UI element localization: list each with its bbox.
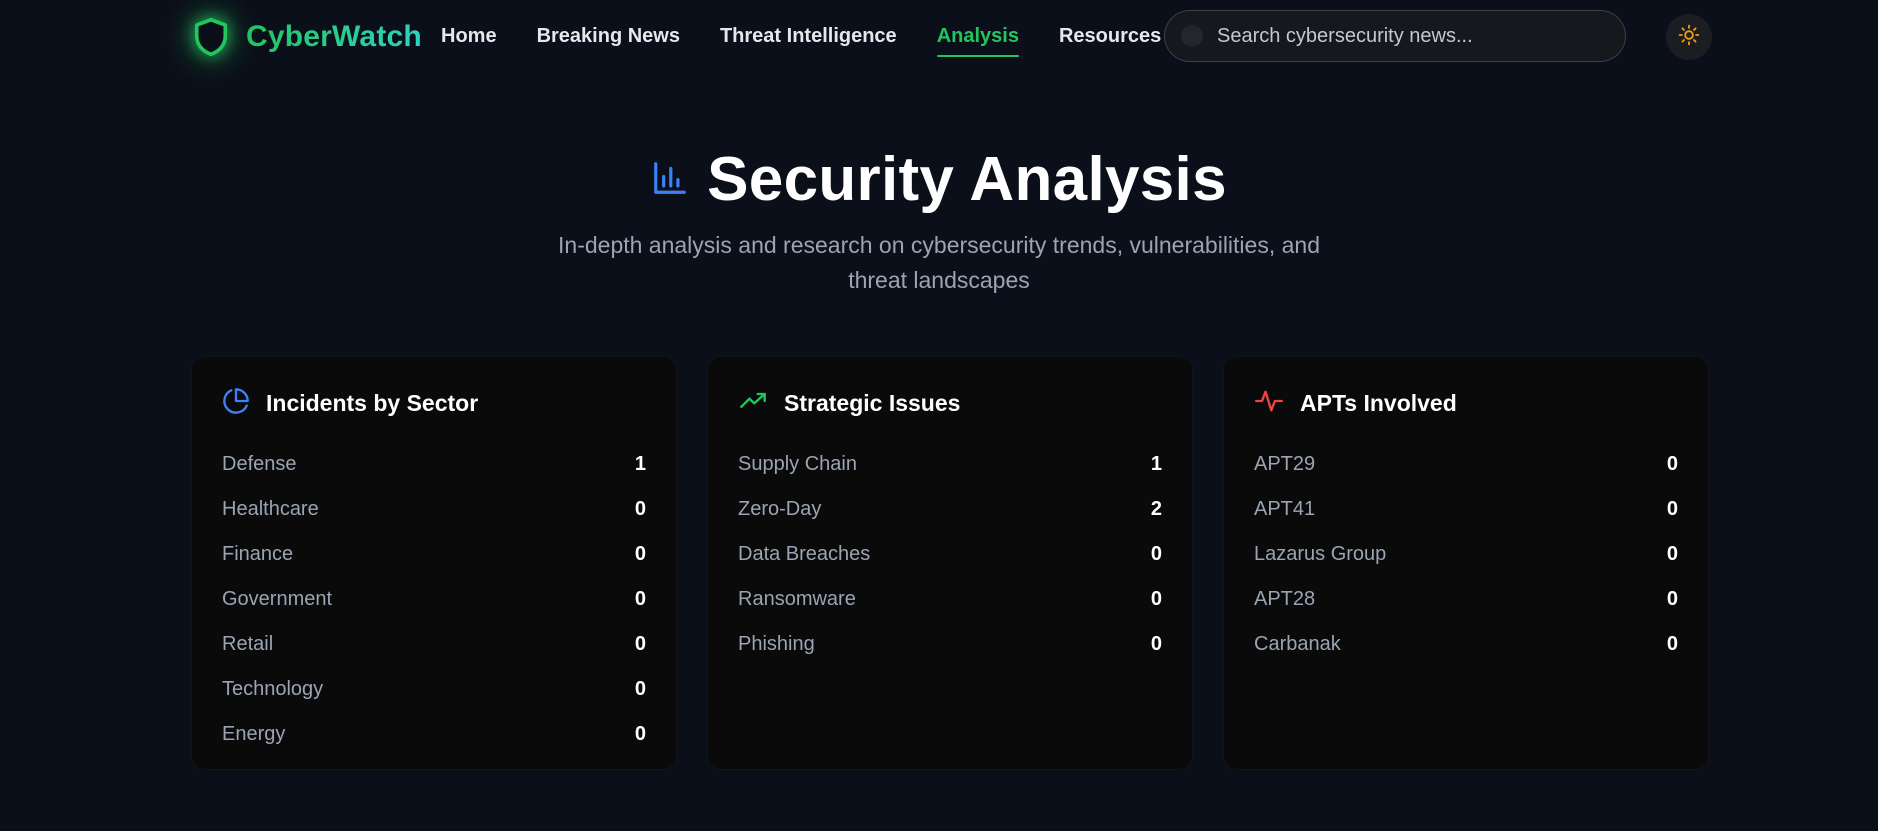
stat-label: Retail <box>222 633 274 655</box>
apts-involved-card: APTs Involved APT29 0 APT41 0 Lazarus Grou… <box>1223 356 1709 770</box>
incidents-by-sector-card: Incidents by Sector Defense 1 Healthcare 0… <box>191 356 677 770</box>
stat-label: Carbanak <box>1254 633 1341 655</box>
stat-value: 0 <box>1150 588 1162 610</box>
search-box <box>1164 10 1626 62</box>
stat-value: 2 <box>1150 498 1162 520</box>
nav-home[interactable]: Home <box>441 25 497 52</box>
stat-value: 0 <box>634 723 646 745</box>
stat-value: 0 <box>1666 453 1678 475</box>
main-nav: Home Breaking News Threat Intelligence A… <box>441 22 1161 57</box>
list-item: Technology 0 <box>222 667 646 712</box>
list-item: Defense 1 <box>222 442 646 487</box>
stat-value: 0 <box>1666 588 1678 610</box>
stat-label: Technology <box>222 678 324 700</box>
stat-value: 0 <box>1666 543 1678 565</box>
card-title: Incidents by Sector <box>266 389 479 416</box>
list-item: Government 0 <box>222 577 646 622</box>
stat-label: APT29 <box>1254 453 1316 475</box>
stat-label: Government <box>222 588 333 610</box>
stat-label: Energy <box>222 723 286 745</box>
stat-value: 0 <box>1150 543 1162 565</box>
stat-value: 0 <box>634 678 646 700</box>
stat-label: Finance <box>222 543 294 565</box>
sun-icon <box>1678 24 1700 51</box>
list-item: Zero-Day 2 <box>738 487 1162 532</box>
pie-chart-icon <box>222 387 250 420</box>
card-header: APTs Involved <box>1254 387 1457 419</box>
stat-list: APT29 0 APT41 0 Lazarus Group 0 APT28 0 Carb… <box>1254 442 1678 667</box>
stat-label: Ransomware <box>738 588 856 610</box>
site-header: CyberWatch Home Breaking News Threat Int… <box>0 0 1878 74</box>
stat-label: Healthcare <box>222 498 319 520</box>
search-icon <box>1181 25 1203 47</box>
list-item: Ransomware 0 <box>738 577 1162 622</box>
list-item: Phishing 0 <box>738 622 1162 667</box>
page-heading: Security Analysis <box>0 144 1878 216</box>
list-item: APT41 0 <box>1254 487 1678 532</box>
stat-value: 1 <box>1150 453 1162 475</box>
nav-breaking-news[interactable]: Breaking News <box>537 25 680 52</box>
list-item: Finance 0 <box>222 532 646 577</box>
list-item: Lazarus Group 0 <box>1254 532 1678 577</box>
theme-toggle-button[interactable] <box>1666 14 1712 60</box>
stat-list: Defense 1 Healthcare 0 Finance 0 Government… <box>222 442 646 757</box>
stat-label: Zero-Day <box>738 498 822 520</box>
list-item: APT28 0 <box>1254 577 1678 622</box>
list-item: APT29 0 <box>1254 442 1678 487</box>
stat-value: 0 <box>634 498 646 520</box>
card-title: APTs Involved <box>1300 389 1457 416</box>
stat-label: Supply Chain <box>738 453 857 475</box>
stat-value: 0 <box>1666 633 1678 655</box>
nav-resources[interactable]: Resources <box>1059 25 1161 52</box>
brand-logo-link[interactable]: CyberWatch <box>190 14 422 60</box>
activity-icon <box>1254 387 1284 420</box>
stat-label: Data Breaches <box>738 543 871 565</box>
trending-up-icon <box>738 387 768 420</box>
stat-label: Lazarus Group <box>1254 543 1387 565</box>
stat-label: Phishing <box>738 633 815 655</box>
nav-threat-intelligence[interactable]: Threat Intelligence <box>720 25 897 52</box>
strategic-issues-card: Strategic Issues Supply Chain 1 Zero-Day 2… <box>707 356 1193 770</box>
list-item: Healthcare 0 <box>222 487 646 532</box>
page-subtitle: In-depth analysis and research on cybers… <box>558 232 1320 293</box>
list-item: Data Breaches 0 <box>738 532 1162 577</box>
page-title: Security Analysis <box>707 145 1227 214</box>
search-input[interactable] <box>1217 24 1625 48</box>
brand-name: CyberWatch <box>246 20 422 53</box>
stat-value: 0 <box>1150 633 1162 655</box>
list-item: Supply Chain 1 <box>738 442 1162 487</box>
card-title: Strategic Issues <box>784 389 961 416</box>
stat-label: Defense <box>222 453 297 475</box>
stat-label: APT28 <box>1254 588 1316 610</box>
stat-value: 0 <box>634 543 646 565</box>
stat-value: 0 <box>634 588 646 610</box>
stat-label: APT41 <box>1254 498 1316 520</box>
stat-value: 1 <box>634 453 646 475</box>
stat-list: Supply Chain 1 Zero-Day 2 Data Breaches 0 R… <box>738 442 1162 667</box>
list-item: Energy 0 <box>222 712 646 757</box>
list-item: Retail 0 <box>222 622 646 667</box>
stat-value: 0 <box>634 633 646 655</box>
bar-chart-icon <box>651 159 689 202</box>
shield-icon <box>190 14 232 60</box>
card-header: Incidents by Sector <box>222 387 478 419</box>
list-item: Carbanak 0 <box>1254 622 1678 667</box>
stat-value: 0 <box>1666 498 1678 520</box>
card-header: Strategic Issues <box>738 387 960 419</box>
nav-analysis[interactable]: Analysis <box>936 25 1020 57</box>
